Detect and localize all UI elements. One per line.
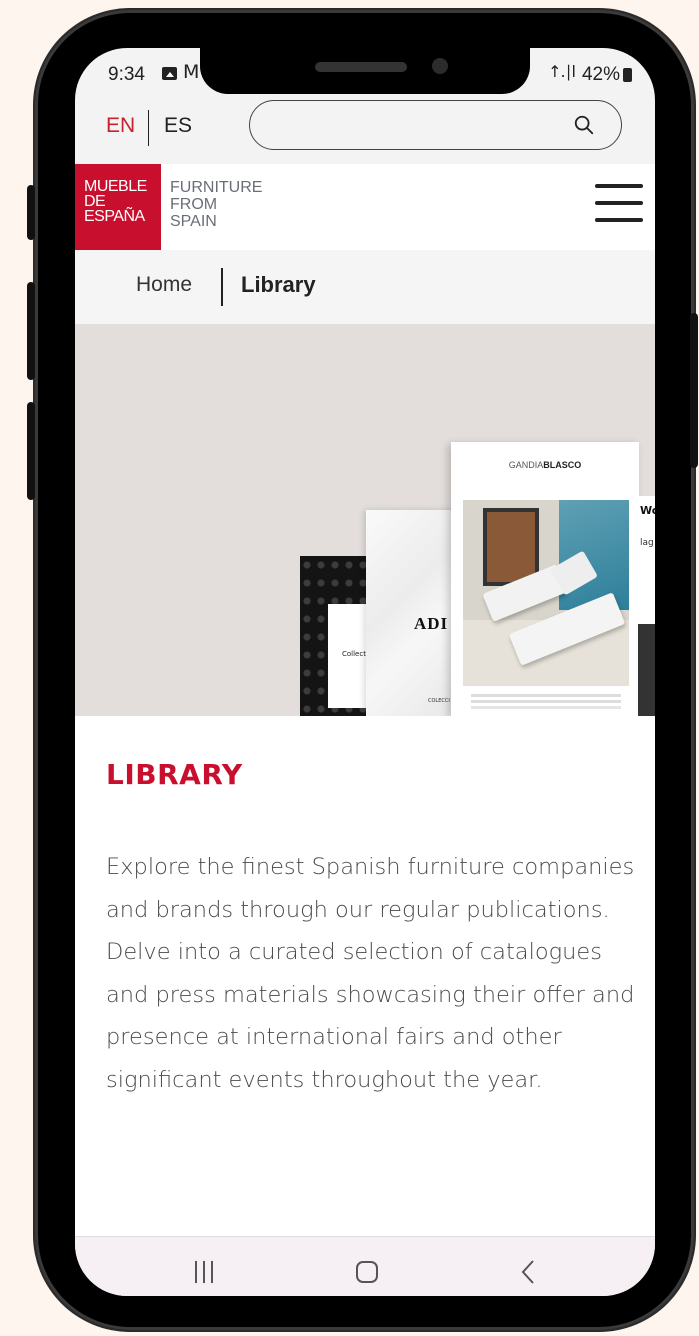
hero-banner: Collect ADI COLECCI GANDIABLASCO Wo lag	[75, 324, 655, 716]
site-header: MUEBLE DE ESPAÑA FURNITURE FROM SPAIN	[75, 164, 655, 250]
breadcrumb-current: Library	[241, 272, 316, 297]
catalogue-partial-sub: lag	[640, 538, 654, 548]
front-camera	[432, 58, 448, 74]
back-icon[interactable]	[521, 1259, 535, 1285]
language-en-link[interactable]: EN	[106, 114, 135, 138]
logo-en-line-3: SPAIN	[170, 213, 217, 230]
logo-line-2: DE	[84, 193, 106, 210]
language-divider	[148, 110, 149, 146]
speaker-grille	[315, 62, 407, 72]
search-icon[interactable]	[573, 114, 595, 136]
catalogue-brand: GANDIABLASCO	[508, 460, 582, 470]
breadcrumb: Home Library	[75, 250, 655, 324]
home-icon[interactable]	[356, 1261, 378, 1283]
logo-en-line-2: FROM	[170, 196, 218, 213]
phone-button-left-1	[27, 185, 35, 240]
language-es-link[interactable]: ES	[164, 114, 192, 138]
catalogue-footer: COLECCI	[428, 698, 450, 704]
breadcrumb-divider	[221, 268, 223, 306]
phone-button-left-2	[27, 282, 35, 380]
catalogue-cover-black: Collect	[300, 556, 372, 716]
logo-line-1: MUEBLE	[84, 178, 147, 195]
phone-button-right	[690, 313, 698, 468]
hamburger-menu-icon[interactable]	[595, 184, 643, 222]
logo-en-line-1: FURNITURE	[170, 179, 263, 196]
mail-icon: M	[183, 61, 200, 83]
android-nav-bar	[75, 1236, 655, 1296]
camera-notch	[200, 48, 530, 94]
recent-apps-icon[interactable]	[193, 1261, 215, 1283]
page-title: LIBRARY	[106, 758, 243, 791]
catalogue-title: ADI	[414, 614, 449, 633]
logo-line-3: ESPAÑA	[84, 208, 145, 225]
phone-button-left-3	[27, 402, 35, 500]
library-description: Explore the finest Spanish furniture com…	[106, 854, 635, 1093]
search-box[interactable]	[249, 100, 622, 150]
logo-mueble-de-espana[interactable]: MUEBLE DE ESPAÑA	[75, 164, 161, 250]
battery-percent: 42%	[581, 64, 620, 85]
catalogue-photo	[463, 500, 629, 686]
breadcrumb-home-link[interactable]: Home	[136, 273, 192, 297]
gallery-icon	[162, 67, 177, 80]
signal-icon: ↑.∣l	[548, 62, 576, 81]
catalogue-cover-partial: Wo lag	[638, 496, 655, 716]
status-time: 9:34	[108, 64, 145, 85]
search-input[interactable]	[270, 111, 574, 141]
catalogue-label: Collect	[342, 650, 366, 658]
library-section: LIBRARY Explore the finest Spanish furni…	[75, 716, 655, 1238]
logo-furniture-from-spain[interactable]: FURNITURE FROM SPAIN	[170, 179, 262, 230]
phone-screen: 9:34 M ↑.∣l 42% EN ES MUEBLE DE ESPAÑA F…	[75, 48, 655, 1296]
battery-icon	[623, 68, 632, 82]
catalogue-partial-title: Wo	[640, 504, 655, 517]
language-bar: EN ES	[75, 100, 655, 164]
catalogue-cover-gandiablasco: GANDIABLASCO	[451, 442, 639, 716]
